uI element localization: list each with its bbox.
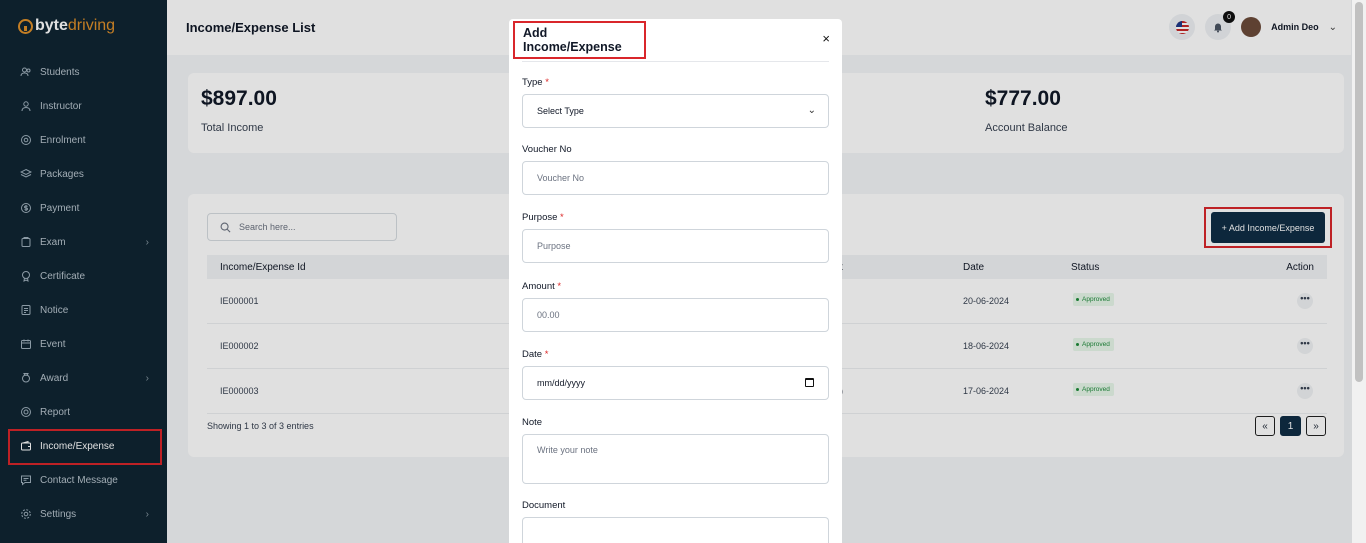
- purpose-label: Purpose *: [522, 212, 564, 223]
- scrollbar-thumb[interactable]: [1355, 2, 1363, 382]
- voucher-placeholder: Voucher No: [537, 173, 585, 183]
- type-field: Type * Select Type ⌄: [522, 77, 829, 128]
- page-scrollbar[interactable]: [1352, 0, 1366, 543]
- required-mark: *: [544, 349, 549, 360]
- document-upload[interactable]: [522, 517, 829, 543]
- date-label: Date *: [522, 349, 549, 360]
- calendar-icon[interactable]: [805, 378, 814, 387]
- note-label: Note: [522, 417, 543, 428]
- amount-label: Amount *: [522, 281, 562, 292]
- date-input[interactable]: mm/dd/yyyy: [522, 366, 829, 400]
- modal-header: Add Income/Expense ×: [509, 19, 842, 62]
- purpose-input[interactable]: Purpose: [522, 229, 829, 263]
- note-textarea[interactable]: Write your note: [522, 434, 829, 484]
- add-income-expense-modal: Add Income/Expense × Type * Select Type …: [509, 19, 842, 543]
- amount-input[interactable]: 00.00: [522, 298, 829, 332]
- voucher-field: Voucher No Voucher No: [522, 144, 829, 195]
- purpose-field: Purpose * Purpose: [522, 212, 829, 263]
- voucher-label: Voucher No: [522, 144, 572, 155]
- date-field: Date * mm/dd/yyyy: [522, 349, 829, 400]
- modal-title: Add Income/Expense: [523, 26, 622, 54]
- required-mark: *: [560, 212, 564, 223]
- close-icon[interactable]: ×: [822, 31, 830, 46]
- document-field: Document: [522, 500, 829, 543]
- required-mark: *: [545, 77, 549, 88]
- note-field: Note Write your note: [522, 417, 829, 484]
- note-placeholder: Write your note: [537, 445, 598, 455]
- document-label: Document: [522, 500, 566, 511]
- amount-placeholder: 00.00: [537, 310, 560, 320]
- amount-field: Amount * 00.00: [522, 281, 829, 332]
- type-select-value: Select Type: [537, 106, 584, 116]
- type-select[interactable]: Select Type ⌄: [522, 94, 829, 128]
- modal-divider: [522, 61, 829, 62]
- required-mark: *: [557, 281, 562, 292]
- chevron-down-icon: ⌄: [807, 105, 816, 116]
- purpose-placeholder: Purpose: [537, 241, 571, 251]
- modal-title-highlight: Add Income/Expense: [513, 21, 646, 59]
- voucher-input[interactable]: Voucher No: [522, 161, 829, 195]
- date-placeholder: mm/dd/yyyy: [537, 378, 586, 388]
- type-label: Type *: [522, 77, 549, 88]
